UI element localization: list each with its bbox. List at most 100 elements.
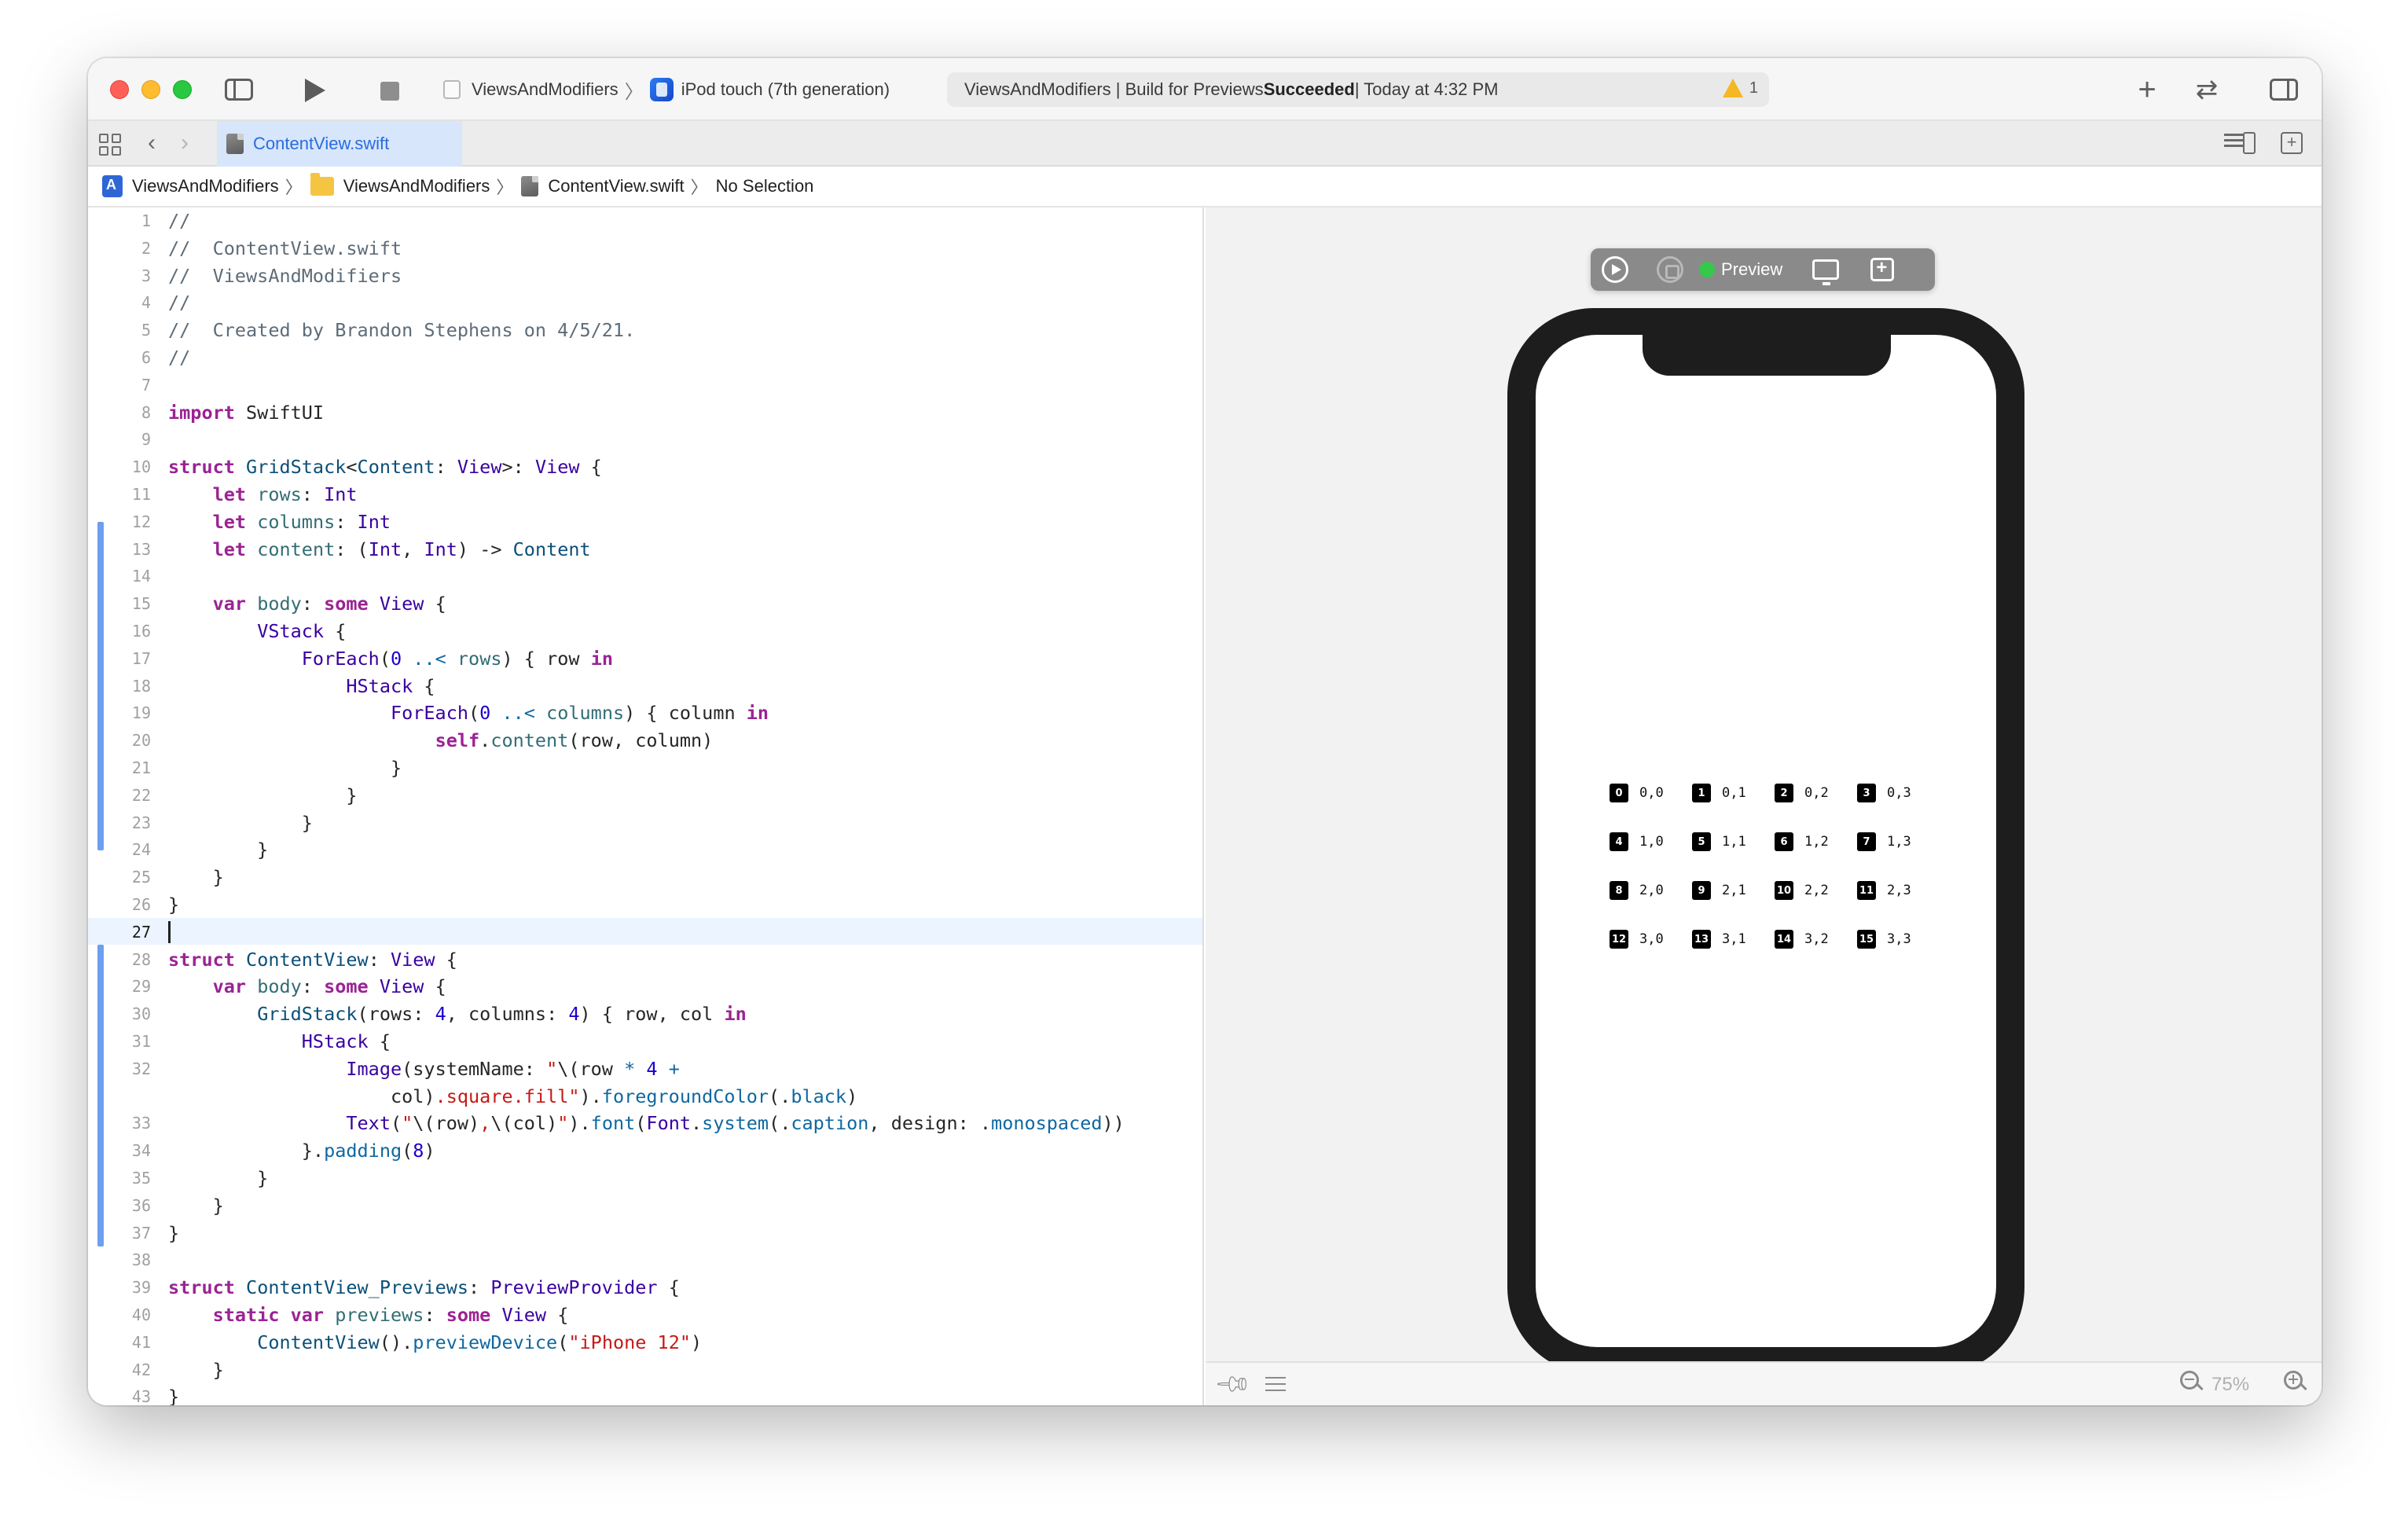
code-line[interactable]: 19 ForEach(0 ..< columns) { column in [88, 699, 1202, 726]
grid-cell: 4 1,0 [1610, 832, 1692, 851]
code-line[interactable]: 2 // ContentView.swift [88, 235, 1202, 262]
navigator-toggle-icon[interactable] [225, 79, 253, 101]
code-text: var body: some View { [212, 593, 446, 615]
source-editor[interactable]: 1 // 2 // ContentView.swift 3 // ViewsAndModi… [88, 207, 1204, 1405]
library-plus-icon[interactable]: + [2131, 74, 2163, 105]
code-line[interactable]: 43} [88, 1383, 1202, 1405]
code-line[interactable]: 4 // [88, 289, 1202, 316]
code-line[interactable]: 27 [88, 919, 1202, 945]
grid-cell: 0 0,0 [1610, 784, 1692, 802]
stop-button[interactable] [380, 82, 399, 101]
inspector-toggle-icon[interactable] [2270, 79, 2298, 101]
code-line[interactable]: 21 } [88, 754, 1202, 781]
back-chevron-icon[interactable]: ‹ [140, 127, 163, 159]
zoom-window-button[interactable] [173, 80, 192, 99]
code-line[interactable]: 34 }.padding(8) [88, 1137, 1202, 1164]
line-number: 20 [131, 731, 151, 751]
code-line[interactable]: 1 // [88, 207, 1202, 234]
jumpbar-file[interactable]: ContentView.swift [548, 176, 684, 196]
code-line[interactable]: 11 let rows: Int [88, 481, 1202, 508]
code-text: self.content(row, column) [435, 729, 714, 752]
grid-cell: 8 2,0 [1610, 881, 1692, 900]
related-items-grid-icon[interactable] [99, 134, 121, 156]
code-line[interactable]: 26} [88, 891, 1202, 918]
preview-label[interactable]: Preview [1721, 259, 1782, 280]
canvas-footer: 📌︎ 75% [1206, 1361, 2322, 1405]
code-line[interactable]: 7 [88, 372, 1202, 398]
code-line[interactable]: 3 // ViewsAndModifiers [88, 263, 1202, 289]
code-line[interactable]: 29 var body: some View { [88, 973, 1202, 1000]
warning-indicator[interactable]: 1 [1722, 79, 1758, 97]
scheme-separator-icon: 〉 [624, 81, 644, 103]
code-review-swap-icon[interactable]: ⇄ [2188, 74, 2226, 105]
zoom-level[interactable]: 75% [2212, 1374, 2249, 1396]
code-line[interactable]: 40 static var previews: some View { [88, 1302, 1202, 1328]
code-line[interactable]: 41 ContentView().previewDevice("iPhone 1… [88, 1329, 1202, 1356]
code-line[interactable]: 38 [88, 1246, 1202, 1273]
code-line[interactable]: 5 // Created by Brandon Stephens on 4/5/2… [88, 317, 1202, 343]
run-button[interactable] [305, 79, 325, 102]
code-line[interactable]: 32 Image(systemName: "\(row * 4 + [88, 1056, 1202, 1082]
zoom-out-icon[interactable] [2180, 1371, 2207, 1397]
code-line[interactable]: 28 struct ContentView: View { [88, 946, 1202, 973]
jumpbar-selection[interactable]: No Selection [716, 176, 814, 196]
code-line[interactable]: 37} [88, 1220, 1202, 1246]
code-line[interactable]: 30 GridStack(rows: 4, columns: 4) { row,… [88, 1000, 1202, 1027]
code-line[interactable]: 14 [88, 563, 1202, 589]
device-settings-icon[interactable] [1812, 259, 1840, 285]
code-line[interactable]: 18 HStack { [88, 673, 1202, 699]
preview-status-dot [1699, 262, 1715, 277]
line-number: 13 [131, 539, 151, 559]
code-text: // [168, 210, 191, 232]
code-line[interactable]: col).square.fill").foregroundColor(.blac… [88, 1083, 1202, 1110]
code-line[interactable]: 9 [88, 426, 1202, 453]
minimize-window-button[interactable] [141, 80, 160, 99]
jumpbar-group[interactable]: ViewsAndModifiers [343, 176, 490, 196]
selectable-mode-icon[interactable] [1657, 256, 1683, 283]
add-editor-icon[interactable]: + [2281, 132, 2303, 154]
grid-row: 4 1,0 5 1,1 6 1,2 7 1,3 [1610, 817, 1940, 866]
code-line[interactable]: 16 VStack { [88, 618, 1202, 644]
number-square-icon: 7 [1857, 832, 1876, 851]
code-line[interactable]: 10 struct GridStack<Content: View>: View … [88, 453, 1202, 480]
scheme-selector[interactable]: ViewsAndModifiers 〉 iPod touch (7th gene… [443, 75, 890, 104]
grid-cell: 13 3,1 [1692, 930, 1775, 949]
live-preview-icon[interactable] [1602, 256, 1628, 283]
code-line[interactable]: 15 var body: some View { [88, 590, 1202, 617]
code-line[interactable]: 31 HStack { [88, 1028, 1202, 1055]
warning-icon [1722, 79, 1743, 97]
tab-bar: ‹ › ContentView.swift + [88, 121, 2322, 167]
forward-chevron-icon[interactable]: › [173, 127, 196, 159]
code-line[interactable]: 39 struct ContentView_Previews: PreviewPr… [88, 1274, 1202, 1301]
code-line[interactable]: 23 } [88, 810, 1202, 836]
code-line[interactable]: 20 self.content(row, column) [88, 727, 1202, 754]
code-line[interactable]: 13 let content: (Int, Int) -> Content [88, 536, 1202, 563]
line-number: 5 [141, 321, 151, 340]
code-line[interactable]: 24 } [88, 836, 1202, 863]
code-line[interactable]: 8 import SwiftUI [88, 399, 1202, 426]
code-line[interactable]: 35 } [88, 1165, 1202, 1191]
editor-options-icon[interactable] [2224, 130, 2256, 156]
pin-icon[interactable]: 📌︎ [1213, 1364, 1254, 1405]
duplicate-preview-icon[interactable] [1870, 257, 1895, 281]
code-line[interactable]: 17 ForEach(0 ..< rows) { row in [88, 645, 1202, 672]
zoom-in-icon[interactable] [2284, 1371, 2311, 1397]
code-line[interactable]: 33 Text("\(row),\(col)").font(Font.syste… [88, 1110, 1202, 1136]
tab-contentview-swift[interactable]: ContentView.swift [217, 121, 462, 167]
tab-label: ContentView.swift [253, 134, 390, 153]
code-line[interactable]: 12 let columns: Int [88, 509, 1202, 535]
close-window-button[interactable] [110, 80, 129, 99]
line-number: 17 [131, 648, 151, 668]
jumpbar-project[interactable]: ViewsAndModifiers [132, 176, 279, 196]
code-line[interactable]: 6 // [88, 344, 1202, 371]
code-line[interactable]: 36 } [88, 1192, 1202, 1219]
activity-viewer[interactable]: ViewsAndModifiers | Build for Previews S… [947, 72, 1769, 107]
code-line[interactable]: 25 } [88, 864, 1202, 890]
cell-label: 2,0 [1639, 883, 1664, 898]
code-line[interactable]: 42 } [88, 1357, 1202, 1383]
code-line[interactable]: 22 } [88, 782, 1202, 809]
adjust-sliders-icon[interactable] [1265, 1377, 1286, 1394]
cell-label: 0,0 [1639, 785, 1664, 801]
activity-prefix: ViewsAndModifiers | Build for Previews [964, 79, 1264, 99]
device-name[interactable]: iPod touch (7th generation) [681, 79, 890, 100]
